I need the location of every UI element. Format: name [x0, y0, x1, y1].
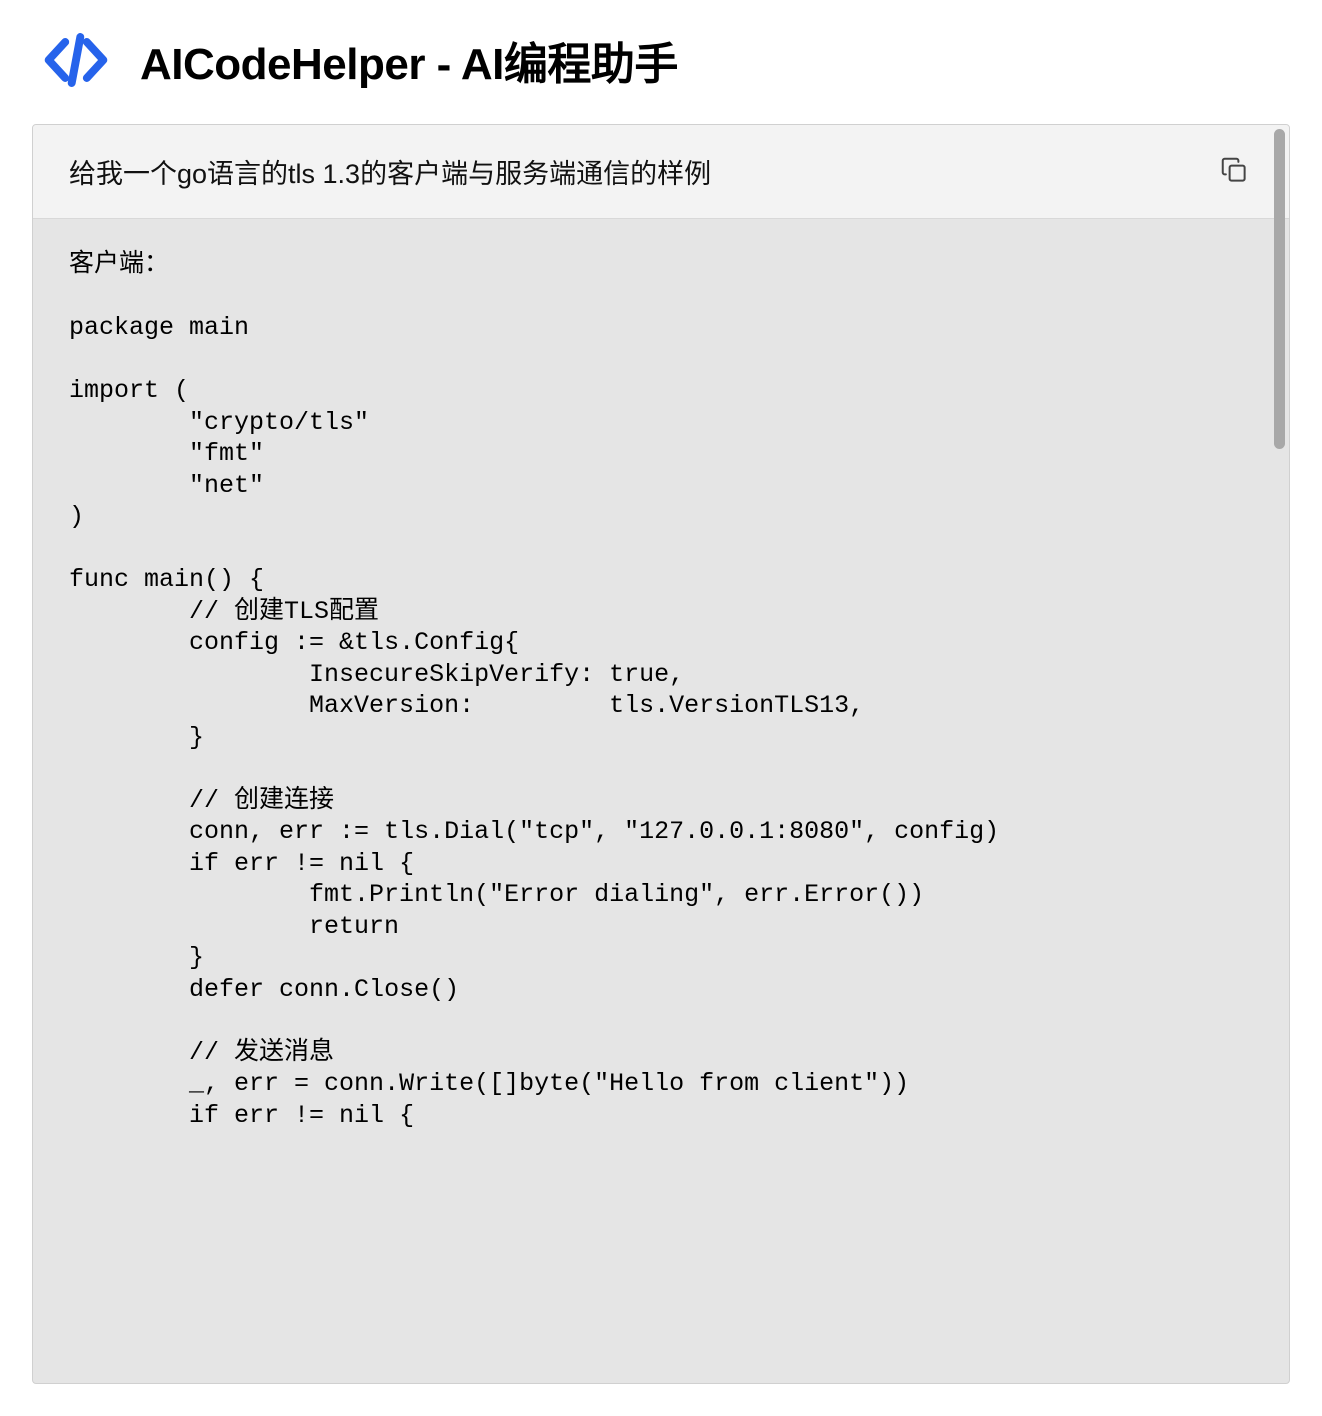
scrollbar-thumb[interactable] — [1274, 129, 1285, 449]
code-card: 给我一个go语言的tls 1.3的客户端与服务端通信的样例 客户端： packa… — [32, 124, 1290, 1384]
prompt-text: 给我一个go语言的tls 1.3的客户端与服务端通信的样例 — [69, 152, 711, 191]
copy-button[interactable] — [1215, 151, 1253, 192]
code-brackets-icon — [40, 24, 112, 96]
response-body: 客户端： package main import ( "crypto/tls" … — [33, 219, 1289, 1161]
scrollbar[interactable] — [1274, 129, 1285, 1379]
app-title: AICodeHelper - AI编程助手 — [140, 28, 678, 92]
copy-icon — [1219, 155, 1249, 188]
app-header: AICodeHelper - AI编程助手 — [0, 0, 1322, 124]
card-header: 给我一个go语言的tls 1.3的客户端与服务端通信的样例 — [33, 125, 1289, 219]
